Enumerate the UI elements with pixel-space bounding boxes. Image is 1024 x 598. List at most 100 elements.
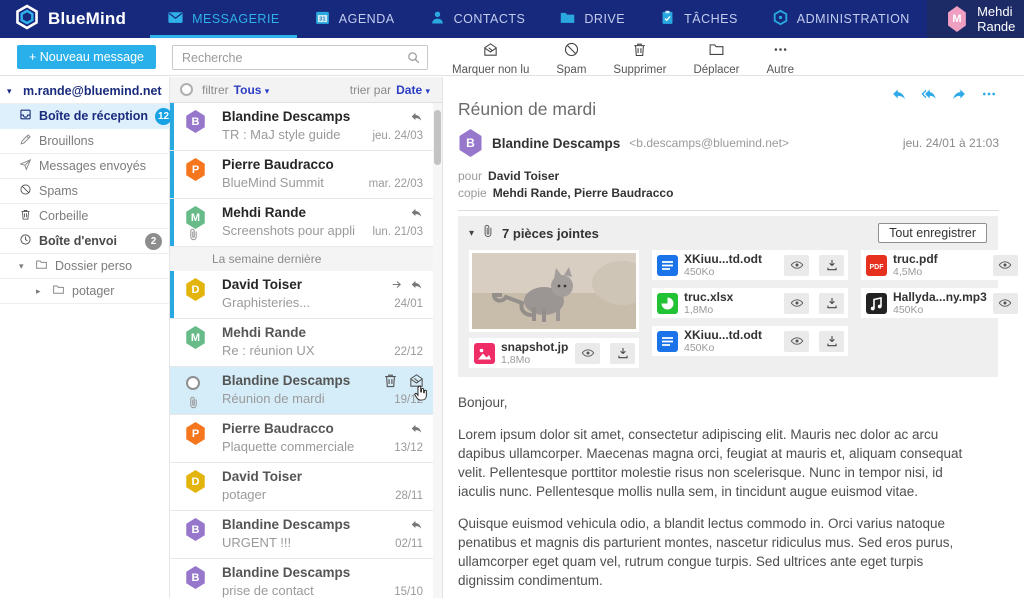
nav-item-messagerie[interactable]: MESSAGERIE: [150, 0, 297, 38]
more-dots-icon[interactable]: [980, 86, 998, 107]
list-scrollbar[interactable]: [434, 110, 441, 165]
message-row[interactable]: P Pierre Baudracco Plaquette commerciale…: [170, 415, 433, 463]
action-autre[interactable]: Autre: [767, 41, 794, 76]
folder-icon: [52, 283, 65, 299]
attachment-card[interactable]: snapshot.jpg 1,8Mo: [469, 338, 639, 368]
sidebar-folder-potager[interactable]: ▸ potager: [0, 279, 169, 304]
action-spam[interactable]: Spam: [556, 41, 586, 76]
message-list: filtrer Tous ▾ trier par Date ▾ B Blandi…: [170, 77, 443, 598]
preview-eye-icon[interactable]: [992, 292, 1018, 314]
message-subject: prise de contact: [222, 583, 314, 598]
select-circle[interactable]: [186, 376, 200, 390]
forward-icon[interactable]: [950, 86, 968, 107]
message-subject: Réunion de mardi: [222, 391, 325, 406]
trash-icon: [19, 208, 32, 224]
message-row[interactable]: D David Toiser Graphisteries... 24/01: [170, 271, 433, 319]
caret-icon: ▾: [19, 260, 24, 271]
attachment-card[interactable]: XKiuu...td.odt 450Ko: [652, 326, 848, 356]
spam-icon: [563, 41, 580, 63]
sidebar-folder-corbeille[interactable]: Corbeille: [0, 204, 169, 229]
sidebar-folder-spams[interactable]: Spams: [0, 179, 169, 204]
avatar: D: [186, 278, 205, 301]
download-icon[interactable]: [819, 254, 844, 276]
preview-eye-icon[interactable]: [575, 342, 600, 364]
preview-eye-icon[interactable]: [992, 254, 1018, 276]
save-all-button[interactable]: Tout enregistrer: [878, 223, 987, 243]
nav-item-label: TÂCHES: [684, 12, 738, 26]
preview-eye-icon[interactable]: [784, 292, 809, 314]
folder-label: Boîte de réception: [39, 109, 149, 123]
action-supprimer[interactable]: Supprimer: [613, 41, 666, 76]
bluemind-app: BlueMind MESSAGERIE 31 AGENDA CONTACTS D…: [0, 0, 1024, 598]
nav-item-contacts[interactable]: CONTACTS: [412, 0, 543, 38]
action-marquer-non-lu[interactable]: Marquer non lu: [452, 41, 529, 76]
kitten-image: [472, 253, 636, 329]
jpg-file-icon: [474, 342, 495, 364]
download-icon[interactable]: [819, 330, 844, 352]
select-all-circle[interactable]: [180, 83, 193, 96]
message-date: mar. 22/03: [368, 178, 423, 190]
unread-badge: 2: [145, 232, 162, 250]
message-row[interactable]: B Blandine Descamps TR : MaJ style guide…: [170, 103, 433, 151]
mark-unread-icon: [482, 41, 499, 63]
message-sender: Blandine Descamps: [222, 517, 351, 532]
sidebar-folder-brouillons[interactable]: Brouillons: [0, 129, 169, 154]
message-subject: Screenshots pour appli: [222, 223, 355, 238]
tasks-icon: [659, 9, 676, 29]
filter-dropdown[interactable]: Tous ▾: [234, 83, 270, 97]
folder-label: Messages envoyés: [39, 159, 147, 173]
nav-item-tâches[interactable]: TÂCHES: [642, 0, 755, 38]
action-déplacer[interactable]: Déplacer: [693, 41, 740, 76]
message-row[interactable]: D David Toiser potager 28/11: [170, 463, 433, 511]
message-row[interactable]: Blandine Descamps Réunion de mardi 19/12: [170, 367, 433, 415]
message-row[interactable]: B Blandine Descamps prise de contact 15/…: [170, 559, 433, 598]
message-sender: Mehdi Rande: [222, 205, 307, 220]
attachment-name: Hallyda...ny.mp3: [893, 290, 987, 304]
preview-eye-icon[interactable]: [784, 254, 809, 276]
message-date: jeu. 24/03: [372, 130, 423, 142]
account-root[interactable]: ▾ m.rande@bluemind.net: [0, 79, 169, 104]
attachment-card[interactable]: Hallyda...ny.mp3 450Ko: [861, 288, 1024, 318]
svg-text:31: 31: [319, 17, 326, 23]
list-header: filtrer Tous ▾ trier par Date ▾: [170, 77, 442, 103]
message-row[interactable]: P Pierre Baudracco BlueMind Summit mar. …: [170, 151, 433, 199]
message-sender: David Toiser: [222, 277, 303, 292]
sort-dropdown[interactable]: Date ▾: [396, 83, 430, 97]
svg-text:PDF: PDF: [870, 264, 885, 271]
sidebar-folder-bo-te-d-envoi[interactable]: Boîte d'envoi 2: [0, 229, 169, 254]
message-row[interactable]: M Mehdi Rande Re : réunion UX 22/12: [170, 319, 433, 367]
move-folder-icon: [708, 41, 725, 63]
new-message-button[interactable]: + Nouveau message: [17, 45, 157, 69]
download-icon[interactable]: [819, 292, 844, 314]
recipients: pour David Toiser copie Mehdi Rande, Pierr…: [458, 168, 1010, 202]
message-row[interactable]: M Mehdi Rande Screenshots pour appli lun…: [170, 199, 433, 247]
sidebar-folder-dossier-perso[interactable]: ▾ Dossier perso: [0, 254, 169, 279]
avatar: M: [186, 326, 205, 349]
nav-item-drive[interactable]: DRIVE: [542, 0, 642, 38]
sender-email: <b.descamps@bluemind.net>: [629, 136, 789, 150]
search-input[interactable]: [172, 45, 428, 70]
attachment-card[interactable]: PDF truc.pdf 4,5Mo: [861, 250, 1024, 280]
message-row[interactable]: B Blandine Descamps URGENT !!! 02/11: [170, 511, 433, 559]
attachment-image-preview[interactable]: [469, 250, 639, 332]
download-icon[interactable]: [610, 342, 635, 364]
attachment-card[interactable]: truc.xlsx 1,8Mo: [652, 288, 848, 318]
reply-icon[interactable]: [890, 86, 908, 107]
preview-eye-icon[interactable]: [784, 330, 809, 352]
reply-all-icon[interactable]: [920, 86, 938, 107]
sidebar-folder-messages-envoy-s[interactable]: Messages envoyés: [0, 154, 169, 179]
nav-items: MESSAGERIE 31 AGENDA CONTACTS DRIVE TÂCH…: [150, 0, 927, 38]
sidebar-folder-bo-te-de-r-ception[interactable]: Boîte de réception 12: [0, 104, 173, 129]
draft-icon: [19, 133, 32, 149]
user-menu[interactable]: M Mehdi Rande ▾: [926, 0, 1024, 38]
nav-item-agenda[interactable]: 31 AGENDA: [297, 0, 412, 38]
chevron-down-icon[interactable]: ▾: [469, 228, 474, 239]
delete-icon[interactable]: [382, 372, 399, 394]
attachment-card[interactable]: XKiuu...td.odt 450Ko: [652, 250, 848, 280]
folder-label: Dossier perso: [55, 259, 133, 273]
message-date: 15/10: [394, 586, 423, 598]
filter-label: filtrer: [202, 82, 229, 97]
more-dots-icon: [772, 41, 789, 63]
nav-item-administration[interactable]: ADMINISTRATION: [755, 0, 927, 38]
message-actions: [890, 86, 998, 107]
